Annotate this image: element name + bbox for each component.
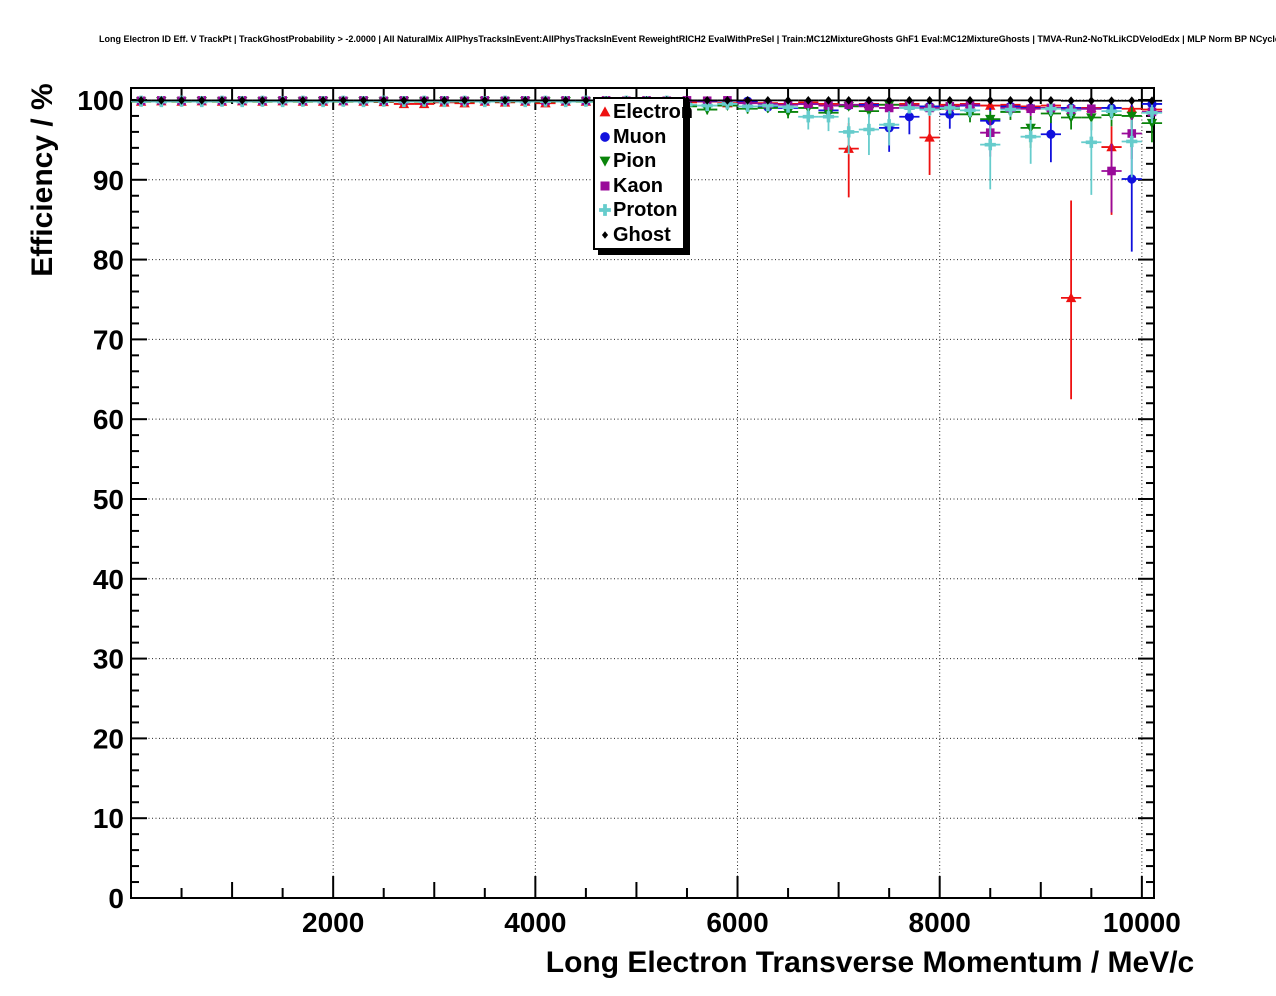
- legend-label: Electron: [613, 100, 693, 124]
- legend-entry-electron: Electron: [598, 100, 683, 124]
- data-point-marker: [1086, 137, 1097, 148]
- axis-text: 80: [93, 245, 124, 276]
- legend-entry-muon: Muon: [598, 125, 683, 149]
- data-point-marker: [863, 124, 874, 135]
- axis-text: 50: [93, 484, 124, 515]
- axis-text: 20: [93, 723, 124, 754]
- legend-label: Muon: [613, 125, 666, 149]
- data-point-marker: [803, 111, 814, 122]
- axis-text: 70: [93, 324, 124, 355]
- legend-entry-pion: Pion: [598, 149, 683, 173]
- diamond-icon: [602, 231, 608, 238]
- data-point-marker: [1128, 96, 1135, 105]
- data-point-marker: [885, 104, 894, 113]
- data-point-marker: [1087, 104, 1096, 113]
- data-point-marker: [843, 126, 854, 137]
- data-point-marker: [987, 96, 994, 105]
- axis-text: 4000: [504, 907, 566, 938]
- axis-text: 8000: [909, 907, 971, 938]
- axis-text: 0: [108, 883, 124, 914]
- legend-entry-kaon: Kaon: [598, 174, 683, 198]
- legend-entry-proton: Proton: [598, 198, 683, 222]
- legend-label: Pion: [613, 149, 656, 173]
- data-point-marker: [1068, 96, 1075, 105]
- legend-label: Ghost: [613, 223, 671, 247]
- data-point-marker: [1088, 96, 1095, 105]
- legend: Electron Muon Pion Kaon Proton Ghost: [593, 97, 685, 250]
- legend-entry-ghost: Ghost: [598, 223, 683, 247]
- root-canvas: Long Electron ID Eff. V TrackPt | TrackG…: [0, 0, 1276, 996]
- data-point-marker: [1047, 96, 1054, 105]
- axis-text: 10000: [1103, 907, 1181, 938]
- muon-circle-icon: [598, 130, 612, 144]
- triangle-up-icon: [600, 107, 611, 117]
- triangle-down-icon: [600, 157, 611, 167]
- cross-icon: [599, 204, 611, 216]
- data-point-marker: [1026, 104, 1035, 113]
- axis-text: 30: [93, 644, 124, 675]
- axis-text: Efficiency / %: [26, 83, 59, 276]
- axis-text: 90: [93, 165, 124, 196]
- data-point-marker: [1046, 130, 1055, 139]
- axis-text: Long Electron Transverse Momentum / MeV/…: [546, 946, 1195, 979]
- data-point-marker: [1025, 131, 1036, 142]
- electron-triangle-icon: [598, 105, 612, 119]
- axis-text: 10: [93, 803, 124, 834]
- square-icon: [600, 181, 609, 190]
- proton-cross-icon: [598, 203, 612, 217]
- data-point-marker: [1108, 96, 1115, 105]
- legend-label: Kaon: [613, 174, 663, 198]
- pion-triangle-down-icon: [598, 154, 612, 168]
- kaon-square-icon: [598, 179, 612, 193]
- circle-icon: [600, 132, 610, 142]
- axis-text: 60: [93, 404, 124, 435]
- data-point-marker: [985, 139, 996, 150]
- data-point-marker: [1027, 96, 1034, 105]
- axis-text: 6000: [706, 907, 768, 938]
- axis-text: 100: [77, 85, 124, 116]
- ghost-diamond-icon: [598, 228, 612, 242]
- data-point-marker: [1107, 167, 1116, 176]
- axis-text: 2000: [302, 907, 364, 938]
- legend-label: Proton: [613, 198, 677, 222]
- axis-text: 40: [93, 564, 124, 595]
